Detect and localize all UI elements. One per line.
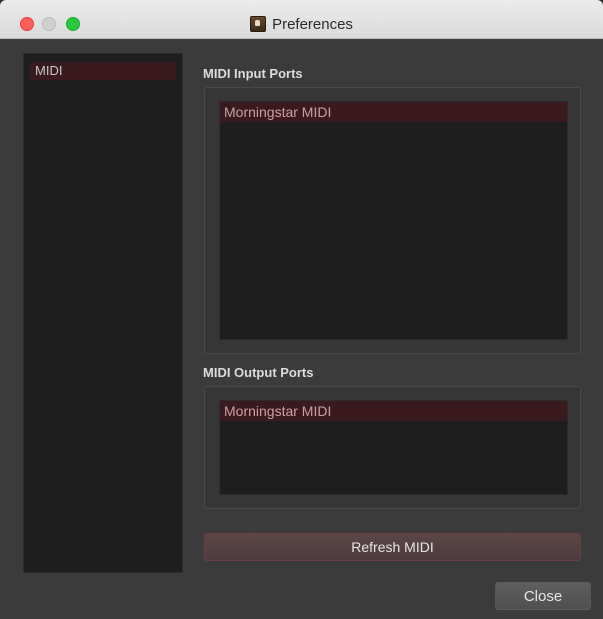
title-wrap: Preferences (0, 0, 603, 38)
category-sidebar[interactable]: MIDI (23, 53, 183, 573)
app-icon (250, 16, 267, 32)
output-ports-label: MIDI Output Ports (203, 365, 314, 380)
close-button[interactable]: Close (495, 582, 591, 610)
sidebar-item-midi[interactable]: MIDI (30, 62, 176, 80)
output-ports-group: Morningstar MIDI (204, 386, 581, 509)
list-item-output-morningstar[interactable]: Morningstar MIDI (220, 401, 567, 421)
output-ports-list[interactable]: Morningstar MIDI (219, 400, 568, 495)
input-ports-label: MIDI Input Ports (203, 66, 303, 81)
title-bar[interactable]: Preferences (0, 0, 603, 39)
input-ports-list[interactable]: Morningstar MIDI (219, 101, 568, 340)
list-item-input-morningstar[interactable]: Morningstar MIDI (220, 102, 567, 122)
refresh-midi-button[interactable]: Refresh MIDI (204, 533, 581, 561)
window-title: Preferences (272, 15, 353, 33)
input-ports-group: Morningstar MIDI (204, 87, 581, 354)
preferences-window: Preferences MIDI MIDI Input Ports Mornin… (0, 0, 603, 619)
